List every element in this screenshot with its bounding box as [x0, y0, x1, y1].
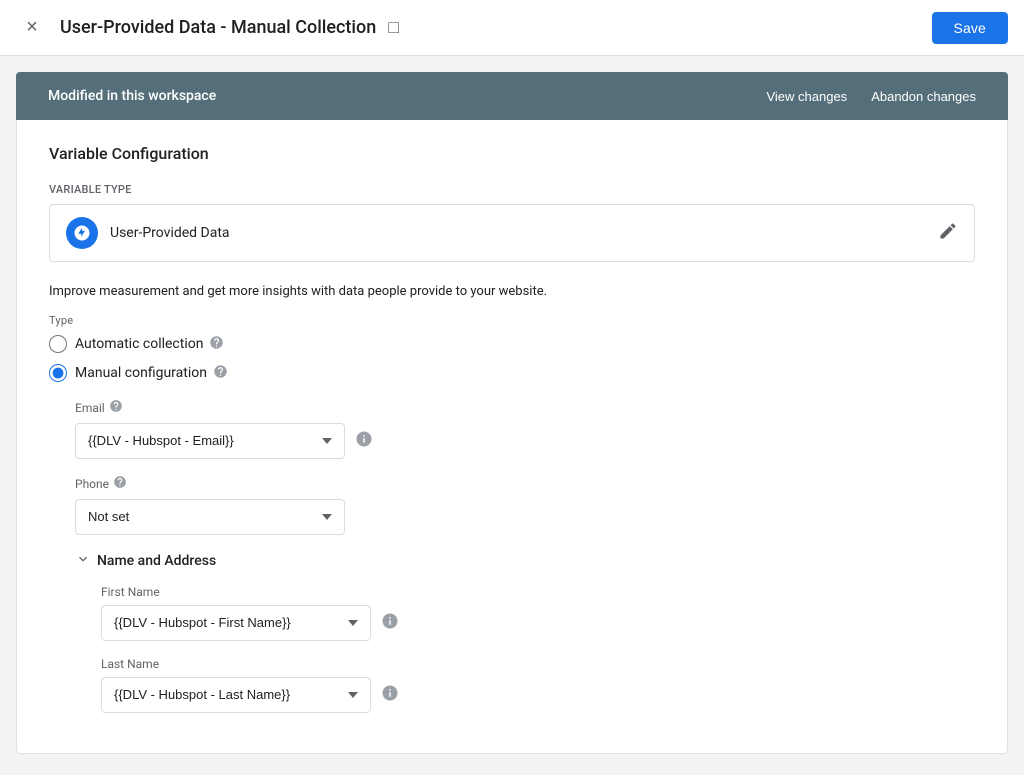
view-changes-button[interactable]: View changes — [766, 85, 847, 108]
variable-type-left: User-Provided Data — [66, 217, 230, 249]
type-icon — [66, 217, 98, 249]
last-name-info-icon[interactable] — [381, 684, 399, 706]
type-section-label: Type — [49, 314, 975, 327]
abandon-changes-button[interactable]: Abandon changes — [871, 85, 976, 108]
folder-icon[interactable]: □ — [388, 17, 399, 38]
radio-automatic-input[interactable] — [49, 335, 67, 353]
name-address-section: Name and Address First Name {{DLV - Hubs… — [75, 551, 975, 713]
email-info-icon[interactable] — [355, 430, 373, 452]
close-button[interactable]: × — [16, 12, 48, 44]
last-name-dropdown-wrapper: {{DLV - Hubspot - Last Name}} Not set — [101, 677, 975, 713]
phone-help-icon[interactable] — [113, 475, 127, 493]
phone-dropdown[interactable]: Not set {{DLV - Hubspot - Phone}} — [75, 499, 345, 535]
type-name: User-Provided Data — [110, 225, 230, 241]
radio-group: Automatic collection Manual configuratio… — [49, 335, 975, 383]
radio-automatic-label: Automatic collection — [75, 335, 224, 354]
save-button[interactable]: Save — [932, 12, 1008, 44]
radio-manual-label: Manual configuration — [75, 364, 228, 383]
page-title: User-Provided Data - Manual Collection — [60, 17, 376, 38]
workspace-banner: Modified in this workspace View changes … — [16, 72, 1008, 120]
description-text: Improve measurement and get more insight… — [49, 282, 975, 302]
first-name-dropdown[interactable]: {{DLV - Hubspot - First Name}} Not set — [101, 605, 371, 641]
email-help-icon[interactable] — [109, 399, 123, 417]
radio-automatic[interactable]: Automatic collection — [49, 335, 975, 354]
main-card: Variable Configuration Variable Type Use… — [16, 120, 1008, 754]
last-name-label: Last Name — [101, 657, 975, 671]
close-icon: × — [26, 16, 38, 39]
email-label: Email — [75, 399, 975, 417]
radio-manual-input[interactable] — [49, 364, 67, 382]
top-bar: × User-Provided Data - Manual Collection… — [0, 0, 1024, 56]
variable-type-box: User-Provided Data — [49, 204, 975, 262]
workspace-banner-actions: View changes Abandon changes — [766, 85, 976, 108]
workspace-banner-text: Modified in this workspace — [48, 88, 216, 104]
email-dropdown-wrapper: {{DLV - Hubspot - Email}} Not set — [75, 423, 975, 459]
manual-help-icon[interactable] — [213, 364, 228, 383]
chevron-down-icon — [75, 551, 91, 571]
phone-dropdown-wrapper: Not set {{DLV - Hubspot - Phone}} — [75, 499, 975, 535]
edit-icon[interactable] — [938, 221, 958, 246]
automatic-help-icon[interactable] — [209, 335, 224, 354]
variable-type-label: Variable Type — [49, 183, 975, 196]
radio-manual[interactable]: Manual configuration — [49, 364, 975, 383]
name-address-fields: First Name {{DLV - Hubspot - First Name}… — [101, 585, 975, 713]
expand-name-address-row[interactable]: Name and Address — [75, 551, 975, 571]
email-dropdown[interactable]: {{DLV - Hubspot - Email}} Not set — [75, 423, 345, 459]
manual-config-sub: Email {{DLV - Hubspot - Email}} Not set … — [75, 399, 975, 713]
phone-label: Phone — [75, 475, 975, 493]
first-name-info-icon[interactable] — [381, 612, 399, 634]
first-name-dropdown-wrapper: {{DLV - Hubspot - First Name}} Not set — [101, 605, 975, 641]
first-name-label: First Name — [101, 585, 975, 599]
last-name-dropdown[interactable]: {{DLV - Hubspot - Last Name}} Not set — [101, 677, 371, 713]
name-address-label: Name and Address — [97, 553, 216, 569]
top-bar-left: × User-Provided Data - Manual Collection… — [16, 12, 399, 44]
section-title: Variable Configuration — [49, 144, 975, 163]
